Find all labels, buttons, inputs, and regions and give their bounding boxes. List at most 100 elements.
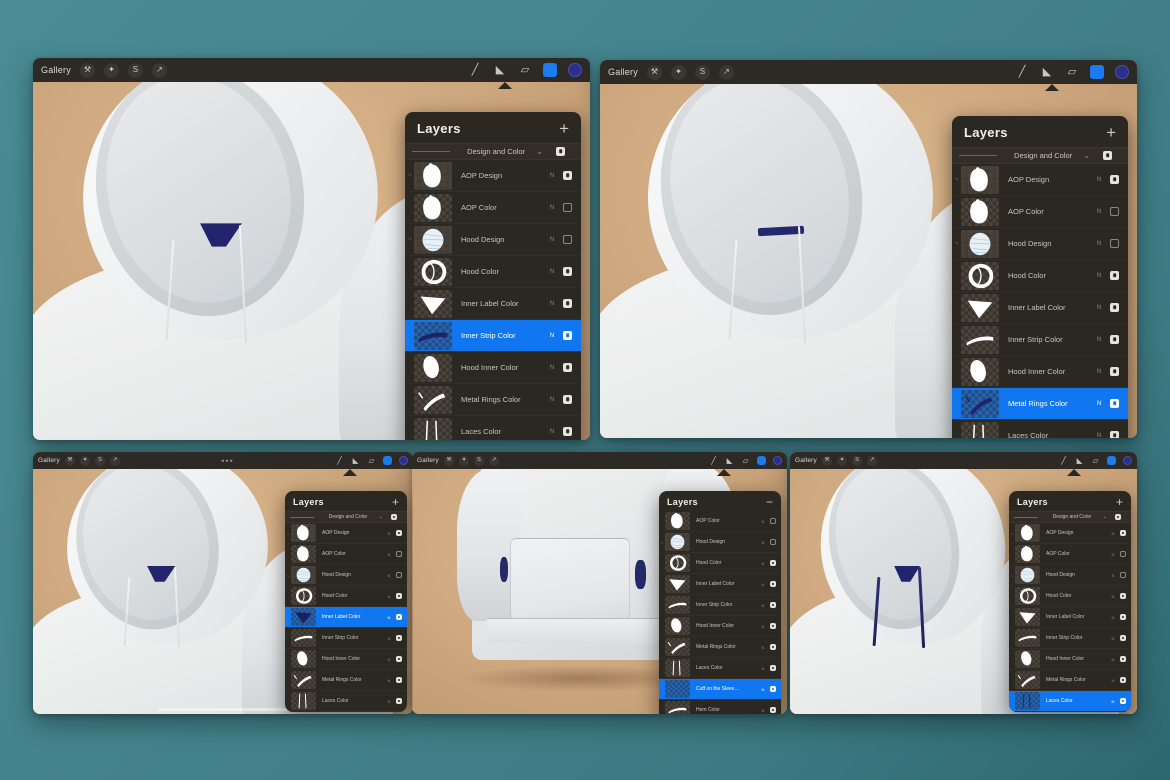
layer-thumbnail[interactable]: [414, 418, 452, 441]
layer-row[interactable]: Metal Rings Color N: [285, 670, 407, 691]
layer-visibility-checkbox[interactable]: [1120, 635, 1126, 641]
add-layer-button[interactable]: +: [392, 498, 399, 506]
layer-row[interactable]: Hood Inner Color N: [285, 649, 407, 670]
transform-icon[interactable]: ↗: [110, 456, 120, 466]
layer-blend-mode[interactable]: N: [1093, 209, 1105, 215]
magic-wand-icon[interactable]: ✦: [459, 456, 469, 466]
layer-blend-mode[interactable]: N: [546, 397, 558, 403]
layer-row[interactable]: AOP Color N: [1009, 544, 1131, 565]
layer-thumbnail[interactable]: [961, 294, 999, 322]
layer-visibility-checkbox[interactable]: [1120, 572, 1126, 578]
layer-thumbnail[interactable]: [961, 326, 999, 354]
layer-thumbnail[interactable]: [414, 226, 452, 254]
layer-visibility-checkbox[interactable]: [1120, 656, 1126, 662]
layer-visibility-checkbox[interactable]: [1120, 614, 1126, 620]
gallery-button[interactable]: Gallery: [41, 65, 71, 75]
layer-visibility-checkbox[interactable]: [563, 235, 572, 244]
layer-row[interactable]: Inner Label Color N: [285, 607, 407, 628]
layer-row[interactable]: Laces Color N: [405, 416, 581, 440]
layer-visibility-checkbox[interactable]: [563, 427, 572, 436]
layer-visibility-checkbox[interactable]: [770, 665, 776, 671]
selection-icon[interactable]: S: [474, 456, 484, 466]
layer-thumbnail[interactable]: [291, 650, 316, 668]
group-visibility-checkbox[interactable]: [391, 514, 397, 520]
artboard-canvas[interactable]: Layers + Design and Color ⌄ ⤷ AOP Design…: [33, 82, 590, 440]
layer-row[interactable]: Hem Color N: [659, 700, 781, 714]
wrench-icon[interactable]: ⚒: [80, 63, 95, 78]
smudge-icon[interactable]: ◣: [351, 456, 360, 465]
layer-thumbnail[interactable]: [961, 198, 999, 226]
layer-visibility-checkbox[interactable]: [770, 518, 776, 524]
layer-visibility-checkbox[interactable]: [770, 707, 776, 713]
layer-row[interactable]: Hood Inner Color N: [1009, 649, 1131, 670]
layer-visibility-checkbox[interactable]: [770, 602, 776, 608]
layers-icon[interactable]: [1107, 456, 1116, 465]
layer-blend-mode[interactable]: N: [546, 365, 558, 371]
layer-blend-mode[interactable]: N: [385, 657, 393, 662]
layer-visibility-checkbox[interactable]: [396, 572, 402, 578]
layer-visibility-checkbox[interactable]: [770, 539, 776, 545]
group-visibility-checkbox[interactable]: [1115, 514, 1121, 520]
layer-thumbnail[interactable]: [665, 596, 690, 614]
color-swatch[interactable]: [568, 63, 582, 77]
gallery-button[interactable]: Gallery: [795, 457, 817, 464]
gallery-button[interactable]: Gallery: [608, 67, 638, 77]
layer-row[interactable]: ⤷ AOP Design N: [1009, 523, 1131, 544]
layer-thumbnail[interactable]: [665, 638, 690, 656]
layer-thumbnail[interactable]: [291, 545, 316, 563]
layer-visibility-checkbox[interactable]: [396, 656, 402, 662]
layer-visibility-checkbox[interactable]: [1110, 271, 1119, 280]
layer-visibility-checkbox[interactable]: [563, 363, 572, 372]
layer-visibility-checkbox[interactable]: [396, 593, 402, 599]
layer-thumbnail[interactable]: [414, 258, 452, 286]
layer-visibility-checkbox[interactable]: [396, 530, 402, 536]
layer-blend-mode[interactable]: N: [385, 594, 393, 599]
layer-blend-mode[interactable]: N: [546, 269, 558, 275]
layer-blend-mode[interactable]: N: [759, 519, 767, 524]
layer-row[interactable]: ⤷ Hood Design N: [405, 224, 581, 256]
magic-wand-icon[interactable]: ✦: [80, 456, 90, 466]
selection-icon[interactable]: S: [95, 456, 105, 466]
layer-thumbnail[interactable]: [1015, 629, 1040, 647]
layer-blend-mode[interactable]: N: [759, 582, 767, 587]
layer-thumbnail[interactable]: [414, 322, 452, 350]
layer-visibility-checkbox[interactable]: [770, 686, 776, 692]
layer-row[interactable]: Hood Color N: [952, 260, 1128, 292]
gallery-button[interactable]: Gallery: [417, 457, 439, 464]
layer-visibility-checkbox[interactable]: [1120, 530, 1126, 536]
layer-row[interactable]: Metal Rings Color N: [1009, 670, 1131, 691]
layer-thumbnail[interactable]: [961, 422, 999, 439]
layer-thumbnail[interactable]: [414, 162, 452, 190]
layer-row[interactable]: Hood Color N: [659, 553, 781, 574]
color-swatch[interactable]: [773, 456, 782, 465]
layer-thumbnail[interactable]: [291, 587, 316, 605]
layer-blend-mode[interactable]: N: [385, 699, 393, 704]
eraser-icon[interactable]: ▱: [741, 456, 750, 465]
layer-row[interactable]: AOP Color N: [405, 192, 581, 224]
eraser-icon[interactable]: ▱: [1091, 456, 1100, 465]
layer-visibility-checkbox[interactable]: [1110, 303, 1119, 312]
layer-thumbnail[interactable]: [1015, 524, 1040, 542]
layers-icon[interactable]: [1090, 65, 1104, 79]
layer-visibility-checkbox[interactable]: [563, 171, 572, 180]
layers-icon[interactable]: [543, 63, 557, 77]
chevron-down-icon[interactable]: ⌄: [1103, 514, 1107, 520]
layer-blend-mode[interactable]: N: [759, 666, 767, 671]
layer-blend-mode[interactable]: N: [546, 173, 558, 179]
layer-thumbnail[interactable]: [291, 692, 316, 710]
layer-blend-mode[interactable]: N: [1109, 531, 1117, 536]
layer-blend-mode[interactable]: N: [385, 552, 393, 557]
layer-row[interactable]: Laces Color N: [952, 420, 1128, 438]
layer-visibility-checkbox[interactable]: [1120, 551, 1126, 557]
layer-blend-mode[interactable]: N: [759, 624, 767, 629]
layer-blend-mode[interactable]: N: [759, 645, 767, 650]
layer-row[interactable]: ⤷ AOP Design N: [952, 164, 1128, 196]
layer-row[interactable]: ⤷ Hood Design N: [285, 565, 407, 586]
layer-row[interactable]: ⤷ AOP Design N: [285, 523, 407, 544]
layer-blend-mode[interactable]: N: [385, 573, 393, 578]
layer-blend-mode[interactable]: N: [759, 540, 767, 545]
layer-row[interactable]: Hood Color N: [285, 586, 407, 607]
brush-icon[interactable]: ╱: [468, 63, 482, 77]
layer-row[interactable]: Hood Color N: [405, 256, 581, 288]
layer-row[interactable]: Inner Label Color N: [405, 288, 581, 320]
